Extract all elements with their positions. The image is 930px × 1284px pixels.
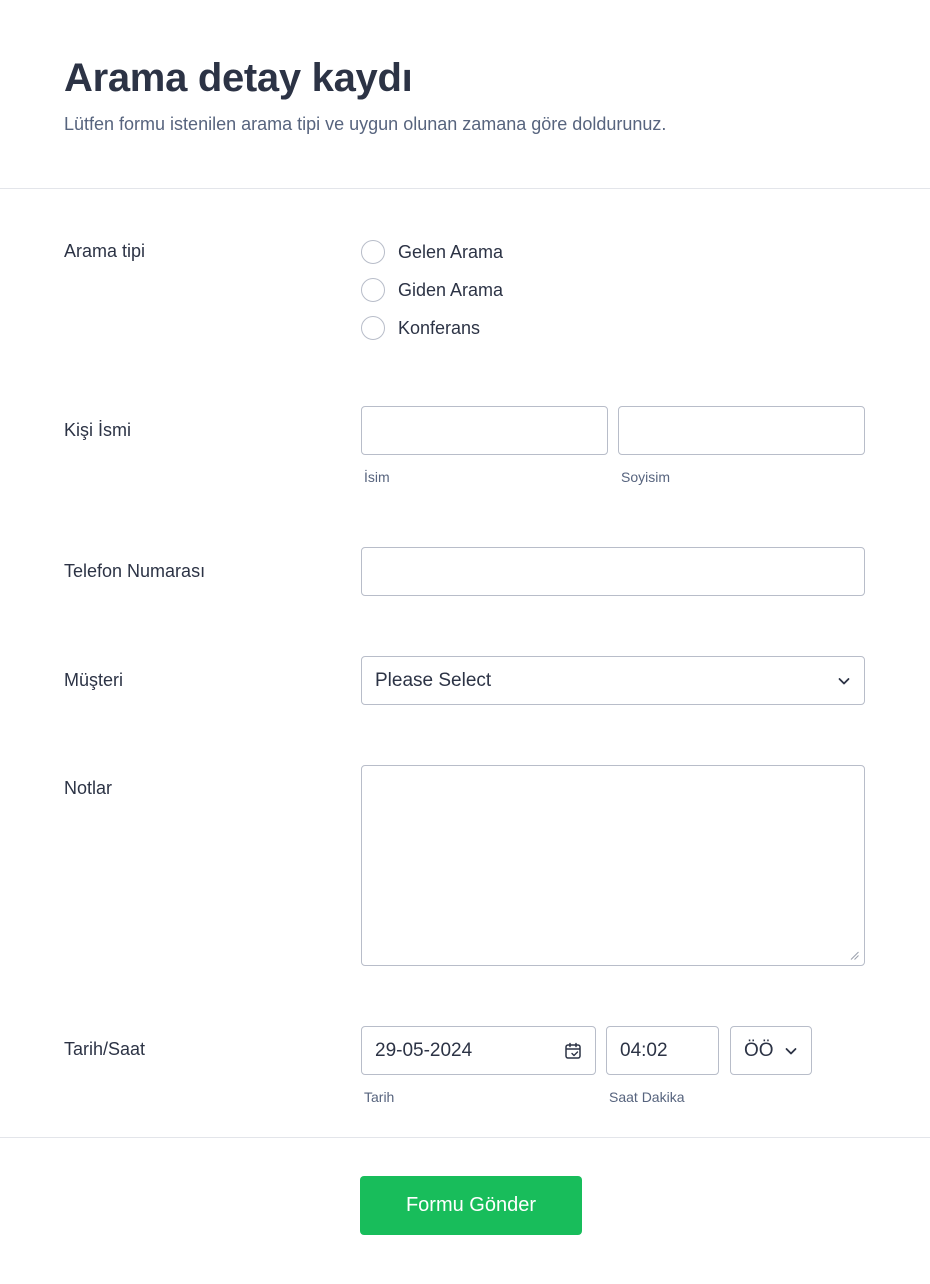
- radio-circle[interactable]: [361, 316, 385, 340]
- radio-circle[interactable]: [361, 278, 385, 302]
- customer-select[interactable]: Please Select: [361, 656, 865, 705]
- radio-option-incoming[interactable]: Gelen Arama: [361, 233, 503, 271]
- date-sublabel: Tarih: [364, 1089, 395, 1105]
- customer-select-value: Please Select: [375, 669, 492, 691]
- radio-option-outgoing[interactable]: Giden Arama: [361, 271, 503, 309]
- date-value: 29-05-2024: [375, 1039, 473, 1061]
- date-input[interactable]: 29-05-2024: [361, 1026, 596, 1075]
- ampm-value: ÖÖ: [744, 1039, 774, 1061]
- calendar-icon[interactable]: [564, 1042, 582, 1060]
- radio-option-label: Gelen Arama: [398, 241, 504, 262]
- form-footer: Formu Gönder: [0, 1137, 930, 1284]
- last-name-input[interactable]: [618, 406, 865, 455]
- resize-grip-icon[interactable]: [850, 951, 859, 960]
- call-type-label: Arama tipi: [64, 241, 146, 261]
- time-sublabel: Saat Dakika: [609, 1089, 685, 1105]
- last-name-sublabel: Soyisim: [621, 469, 671, 485]
- chevron-down-icon: [838, 677, 850, 684]
- form-subtitle: Lütfen formu istenilen arama tipi ve uyg…: [64, 114, 667, 134]
- customer-label: Müşteri: [64, 670, 124, 690]
- radio-option-label: Giden Arama: [398, 279, 504, 300]
- first-name-input[interactable]: [361, 406, 608, 455]
- form-header: Arama detay kaydı Lütfen formu istenilen…: [0, 0, 930, 189]
- chevron-down-icon: [785, 1047, 797, 1054]
- person-name-label: Kişi İsmi: [64, 420, 131, 440]
- notes-label: Notlar: [64, 778, 113, 798]
- ampm-select[interactable]: ÖÖ: [730, 1026, 812, 1075]
- form-title: Arama detay kaydı: [64, 56, 413, 100]
- submit-button[interactable]: Formu Gönder: [360, 1176, 582, 1235]
- radio-option-label: Konferans: [398, 317, 481, 338]
- radio-option-conference[interactable]: Konferans: [361, 309, 503, 347]
- time-value: 04:02: [620, 1039, 668, 1061]
- time-input[interactable]: 04:02: [606, 1026, 719, 1075]
- call-type-radio-group: Gelen Arama Giden Arama Konferans: [361, 233, 503, 347]
- phone-label: Telefon Numarası: [64, 561, 206, 581]
- form-page: Arama detay kaydı Lütfen formu istenilen…: [0, 0, 930, 1284]
- radio-circle[interactable]: [361, 240, 385, 264]
- phone-input[interactable]: [361, 547, 865, 596]
- datetime-label: Tarih/Saat: [64, 1039, 146, 1059]
- notes-textarea[interactable]: [361, 765, 865, 966]
- first-name-sublabel: İsim: [364, 469, 390, 485]
